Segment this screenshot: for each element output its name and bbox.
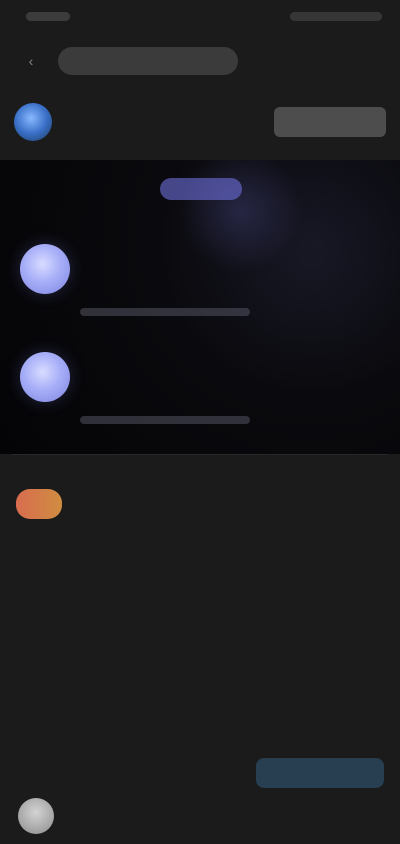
user-row bbox=[16, 489, 384, 519]
status-left bbox=[18, 11, 70, 21]
poll-row-2 bbox=[20, 352, 320, 402]
bottom-avatar[interactable] bbox=[18, 798, 54, 834]
poll-line-2 bbox=[80, 416, 250, 424]
poll-badge-2 bbox=[20, 352, 70, 402]
poll-badge-1 bbox=[20, 244, 70, 294]
hero-card bbox=[0, 160, 400, 454]
chevron-left-icon: ‹ bbox=[28, 53, 34, 69]
poll-row-1 bbox=[20, 244, 320, 294]
poll-item-1[interactable] bbox=[20, 244, 320, 316]
hero-chip[interactable] bbox=[160, 178, 242, 200]
app-screen: ‹ bbox=[0, 0, 400, 844]
poll-item-2[interactable] bbox=[20, 352, 320, 424]
user-avatar[interactable] bbox=[16, 489, 62, 519]
top-title bbox=[58, 47, 238, 75]
poll-line-1 bbox=[80, 308, 250, 316]
bottom-primary-button[interactable] bbox=[256, 758, 384, 788]
message-body bbox=[0, 455, 400, 519]
user-info bbox=[16, 489, 72, 519]
top-bar: ‹ bbox=[0, 32, 400, 90]
channel-avatar[interactable] bbox=[14, 103, 52, 141]
bottom-actions bbox=[16, 758, 384, 788]
back-button[interactable]: ‹ bbox=[14, 44, 48, 78]
status-right bbox=[282, 11, 382, 21]
status-indicators-placeholder bbox=[290, 11, 382, 21]
status-time-placeholder bbox=[26, 11, 70, 21]
channel-info bbox=[14, 103, 62, 141]
channel-action-button[interactable] bbox=[274, 107, 386, 137]
status-bar bbox=[0, 0, 400, 32]
channel-row bbox=[0, 90, 400, 154]
